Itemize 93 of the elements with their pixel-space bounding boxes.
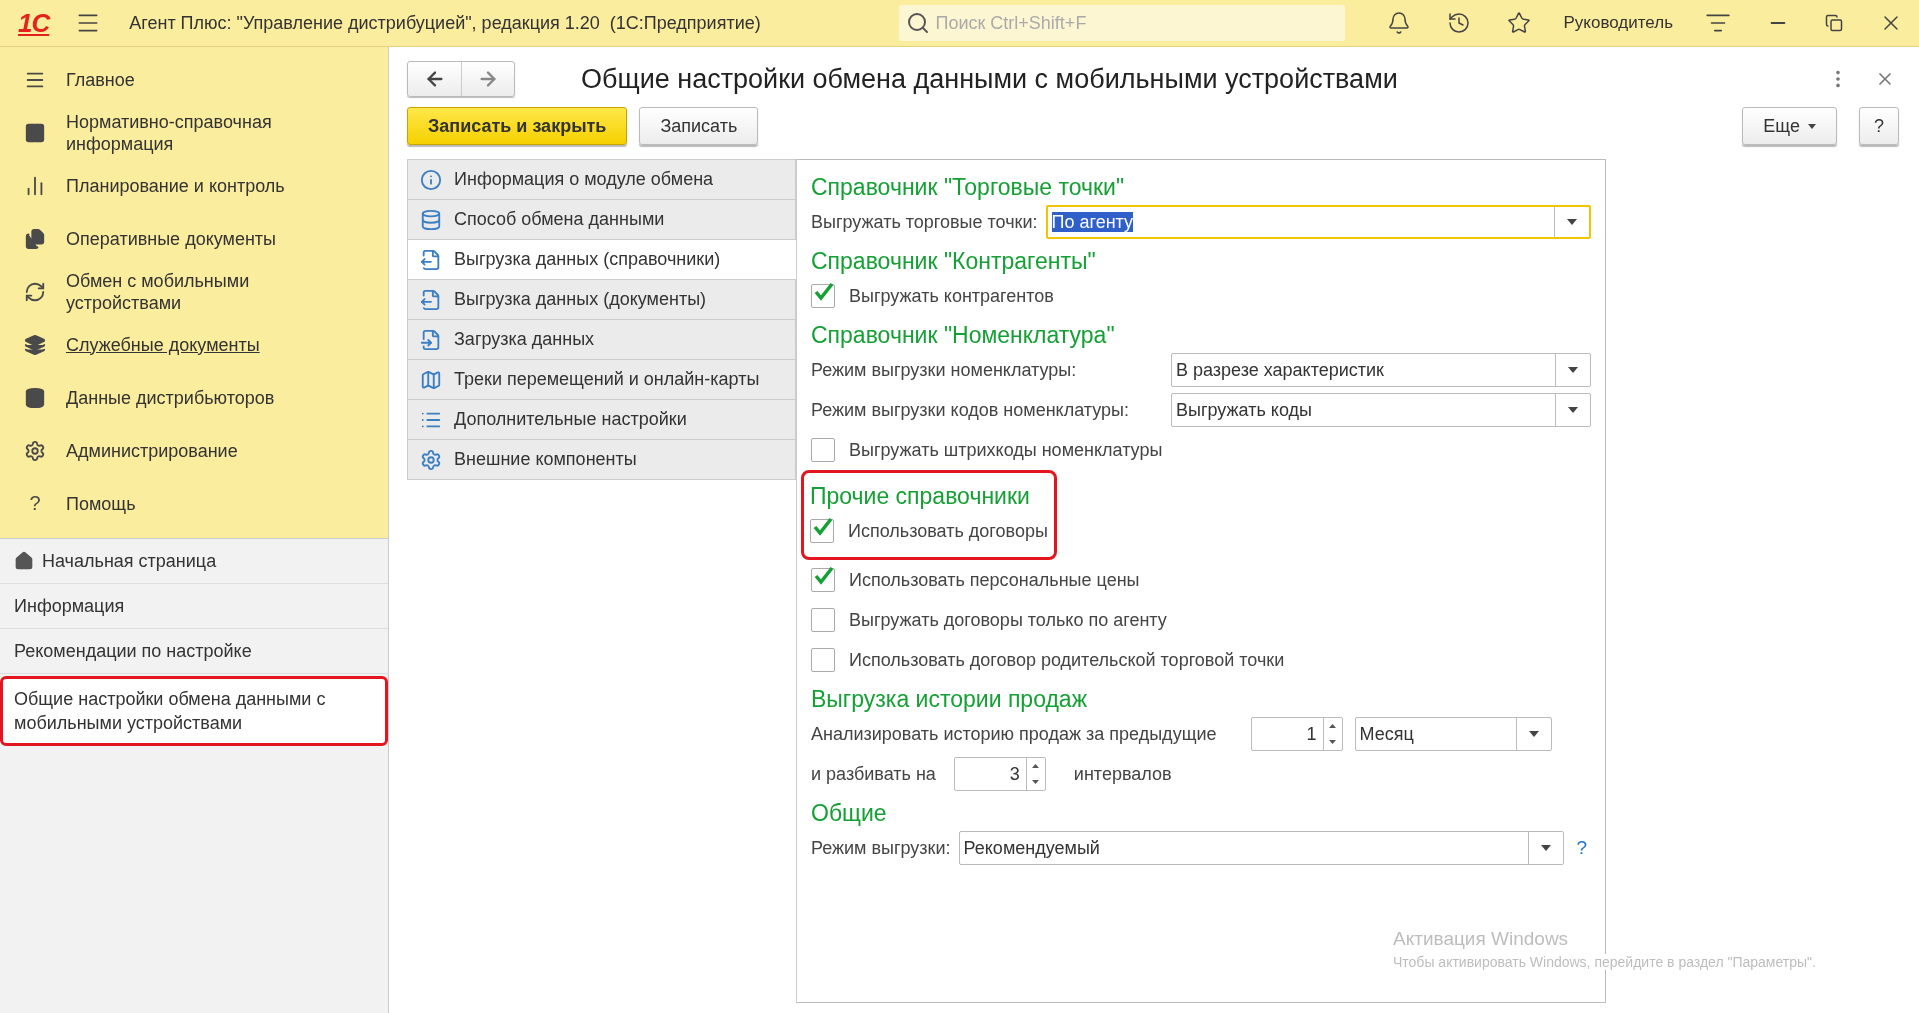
down-arrow-icon[interactable]	[1032, 780, 1040, 784]
refresh-icon	[24, 280, 46, 303]
checkbox[interactable]	[810, 519, 834, 543]
checkbox-label[interactable]: Выгружать договоры только по агенту	[849, 609, 1167, 631]
open-page-item[interactable]: Рекомендации по настройке	[0, 629, 388, 674]
dropdown-field[interactable]: Выгружать коды	[1171, 393, 1591, 427]
nav-tab[interactable]: Выгрузка данных (документы)	[407, 280, 796, 320]
section-link[interactable]: Помощь	[66, 492, 136, 515]
number-field[interactable]: 1	[1250, 717, 1343, 751]
field-label: интервалов	[1073, 763, 1172, 785]
checkbox[interactable]	[811, 608, 835, 632]
open-page-item[interactable]: Начальная страница	[0, 539, 388, 584]
home-icon	[14, 551, 34, 571]
group-title: Общие	[811, 799, 888, 828]
dropdown-arrow-icon[interactable]	[1567, 219, 1577, 225]
group-title: Справочник "Номенклатура"	[811, 321, 1116, 350]
checkmark-icon	[813, 282, 835, 302]
nav-tab[interactable]: Дополнительные настройки	[407, 400, 796, 440]
save-button[interactable]: Записать	[639, 107, 759, 145]
field-label: Выгружать торговые точки:	[811, 211, 1038, 233]
checkbox[interactable]	[811, 648, 835, 672]
checkbox-label[interactable]: Выгружать штрихкоды номенклатуры	[849, 439, 1163, 461]
export-icon	[420, 288, 442, 311]
settings-icon	[24, 439, 46, 462]
window-title: Агент Плюс: "Управление дистрибуцией", редакция 1.20 (1С:Предприятие)	[129, 12, 761, 34]
nav-tab[interactable]: Внешние компоненты	[407, 440, 796, 480]
dropdown-field[interactable]: По агенту	[1045, 205, 1591, 239]
form-title: Общие настройки обмена данными с мобильными устройствами	[581, 63, 1399, 95]
dropdown-arrow-icon[interactable]	[1568, 367, 1578, 373]
field-label: Режим выгрузки:	[811, 837, 951, 859]
dropdown-arrow-icon[interactable]	[1528, 731, 1539, 737]
checkbox-label[interactable]: Использовать договоры	[848, 520, 1048, 542]
documents-icon	[24, 227, 46, 250]
field-label: Режим выгрузки номенклатуры:	[811, 359, 1078, 381]
number-field[interactable]: 3	[953, 757, 1046, 791]
group-title: Прочие справочники	[810, 482, 1031, 511]
search-icon	[906, 11, 931, 35]
section-link[interactable]: Главное	[66, 68, 135, 91]
more-button[interactable]: Еще	[1742, 107, 1837, 145]
info-icon	[420, 168, 442, 191]
help-link[interactable]: ?	[1572, 837, 1591, 859]
field-label: Анализировать историю продаж за предыдущие	[811, 723, 1217, 745]
question-icon: ?	[29, 492, 41, 515]
dropdown-field[interactable]: В разрезе характеристик	[1171, 353, 1591, 387]
group-title: Справочник "Торговые точки"	[811, 173, 1126, 202]
section-link[interactable]: Планирование и контроль	[66, 174, 285, 197]
settings-icon	[420, 448, 442, 471]
dropdown-field[interactable]: Месяц	[1354, 717, 1552, 751]
checkbox-label[interactable]: Выгружать контрагентов	[849, 285, 1054, 307]
checkbox[interactable]	[811, 284, 835, 308]
app-logo: 1С	[18, 7, 50, 39]
checkbox-label[interactable]: Использовать договор родительской торговой точки	[849, 649, 1285, 671]
open-page-item[interactable]: Общие настройки обмена данными с мобильными устройствами	[0, 676, 388, 746]
group-title: Справочник "Контрагенты"	[811, 247, 1097, 276]
dropdown-arrow-icon[interactable]	[1541, 845, 1552, 851]
help-button[interactable]: ?	[1859, 107, 1899, 145]
stacked-pages-icon	[24, 333, 46, 356]
open-page-item[interactable]: Информация	[0, 584, 388, 629]
nav-tab[interactable]: Треки перемещений и онлайн-карты	[407, 360, 796, 400]
checkbox[interactable]	[811, 568, 835, 592]
caret-icon	[1808, 123, 1816, 129]
nav-tab[interactable]: Загрузка данных	[407, 320, 796, 360]
section-link[interactable]: Нормативно-справочная информация	[66, 110, 326, 155]
nav-tab[interactable]: Способ обмена данными	[407, 200, 796, 240]
up-arrow-icon[interactable]	[1329, 724, 1336, 728]
import-icon	[420, 328, 442, 351]
export-icon	[420, 248, 442, 271]
section-link[interactable]: Оперативные документы	[66, 227, 277, 250]
dropdown-field[interactable]: Рекомендуемый	[958, 831, 1565, 865]
database-icon	[420, 208, 442, 231]
checkmark-icon	[813, 566, 835, 586]
checkbox[interactable]	[811, 438, 835, 462]
user-name[interactable]: Руководитель	[1563, 13, 1673, 33]
save-close-button[interactable]: Записать и закрыть	[407, 107, 628, 145]
checkbox-label[interactable]: Использовать персональные цены	[849, 569, 1140, 591]
activation-text: Чтобы активировать Windows, перейдите в раздел "Параметры".	[1393, 954, 1816, 970]
database-icon	[24, 386, 46, 409]
field-label: и разбивать на	[811, 763, 936, 785]
section-link[interactable]: Обмен с мобильными устройствами	[66, 269, 326, 314]
activation-title: Активация Windows	[1393, 928, 1570, 950]
nav-tab[interactable]: Информация о модуле обмена	[407, 160, 796, 200]
group-title: Выгрузка истории продаж	[811, 685, 1088, 714]
field-label: Режим выгрузки кодов номенклатуры:	[811, 399, 1130, 421]
section-link[interactable]: Данные дистрибьюторов	[66, 386, 275, 409]
dropdown-arrow-icon[interactable]	[1568, 407, 1578, 413]
checkmark-icon	[812, 517, 834, 537]
search-field[interactable]: Поиск Ctrl+Shift+F	[899, 5, 1346, 41]
map-icon	[420, 368, 442, 391]
up-arrow-icon[interactable]	[1032, 764, 1040, 768]
nav-tab[interactable]: Выгрузка данных (справочники)	[407, 240, 796, 280]
section-link[interactable]: Администрирование	[66, 439, 238, 462]
section-link[interactable]: Служебные документы	[66, 333, 260, 356]
down-arrow-icon[interactable]	[1329, 740, 1336, 744]
